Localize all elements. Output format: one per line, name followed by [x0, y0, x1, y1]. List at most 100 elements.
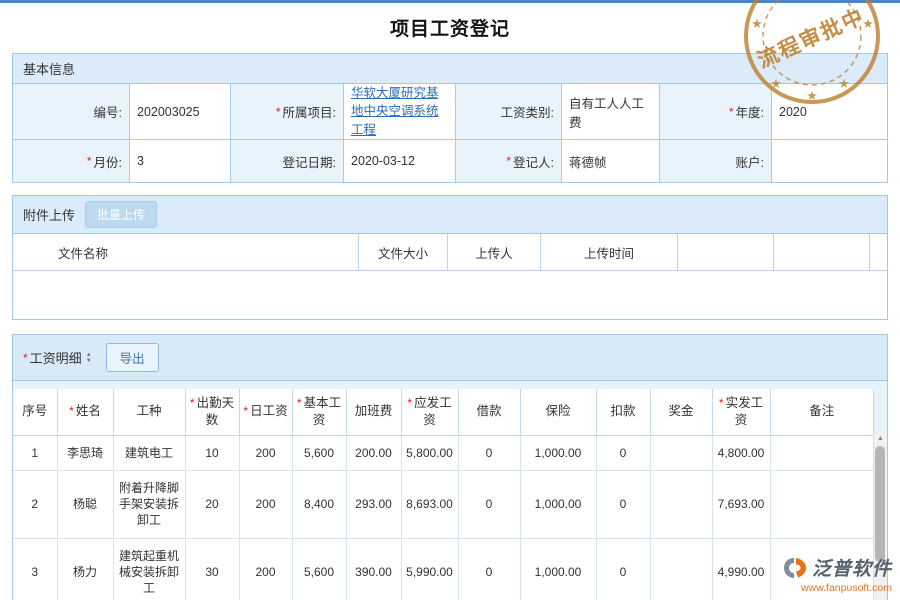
basic-info-grid: 编号:202003025*所属项目:华软大厦研究基地中央空调系统工程工资类别:自…	[13, 84, 887, 182]
salary-col-header: *应发工资	[401, 389, 458, 435]
top-accent-line	[0, 0, 900, 3]
salary-cell: 0	[458, 435, 520, 470]
required-asterisk: *	[276, 105, 281, 119]
salary-cell: 7,693.00	[712, 470, 770, 538]
required-asterisk: *	[297, 396, 302, 410]
page: { "colors": { "accent_stamp": "#bd7f2d",…	[0, 0, 900, 600]
salary-cell: 0	[458, 470, 520, 538]
salary-col-header: 备注	[770, 389, 874, 435]
salary-cell: 1,000.00	[520, 538, 596, 600]
salary-cell: 5,800.00	[401, 435, 458, 470]
required-asterisk: *	[407, 396, 412, 410]
page-title: 项目工资登记	[0, 14, 900, 41]
attachments-col-header	[678, 234, 774, 270]
field-label-number: 编号:	[13, 84, 130, 140]
required-asterisk: *	[506, 154, 511, 168]
salary-cell: 5,600	[292, 538, 346, 600]
salary-col-header: *基本工资	[292, 389, 346, 435]
vendor-url[interactable]: www.fanpusoft.com	[782, 582, 892, 594]
project-link[interactable]: 华软大厦研究基地中央空调系统工程	[351, 84, 448, 138]
salary-cell: 0	[458, 538, 520, 600]
field-value-account	[772, 140, 887, 182]
salary-cell: 1,000.00	[520, 435, 596, 470]
field-value-number: 202003025	[130, 84, 231, 140]
salary-cell: 200	[239, 470, 292, 538]
salary-cell: 1	[13, 435, 57, 470]
salary-cell: 3	[13, 538, 57, 600]
field-label-register-date: 登记日期:	[231, 140, 344, 182]
salary-col-header: 序号	[13, 389, 57, 435]
salary-cell: 杨力	[57, 538, 113, 600]
field-value-register-date: 2020-03-12	[344, 140, 456, 182]
attachments-col-header	[774, 234, 870, 270]
salary-cell: 附着升降脚手架安装拆卸工	[113, 470, 185, 538]
salary-cell: 20	[185, 470, 239, 538]
salary-body: 1李思琦建筑电工102005,600200.005,800.0001,000.0…	[13, 435, 874, 600]
salary-cell: 2	[13, 470, 57, 538]
salary-table-wrap: 序号*姓名工种*出勤天数*日工资*基本工资加班费*应发工资借款保险扣款奖金*实发…	[13, 381, 887, 600]
scroll-up-icon[interactable]: ▲	[874, 434, 887, 444]
field-label-salary-type: 工资类别:	[456, 84, 562, 140]
salary-row[interactable]: 3杨力建筑起重机械安装拆卸工302005,600390.005,990.0001…	[13, 538, 874, 600]
field-label-month: *月份:	[13, 140, 130, 182]
salary-cell: 293.00	[346, 470, 401, 538]
field-value-registrant: 蒋德帧	[562, 140, 660, 182]
salary-col-header: *出勤天数	[185, 389, 239, 435]
attachments-col-header	[870, 234, 887, 270]
required-asterisk: *	[69, 404, 74, 418]
field-value-month: 3	[130, 140, 231, 182]
salary-cell: 杨聪	[57, 470, 113, 538]
salary-col-header: 工种	[113, 389, 185, 435]
salary-cell	[770, 470, 874, 538]
field-value-project: 华软大厦研究基地中央空调系统工程	[344, 84, 456, 140]
salary-cell: 0	[596, 470, 650, 538]
salary-col-header: 奖金	[650, 389, 712, 435]
vendor-name: 泛普软件	[812, 554, 892, 581]
field-value-salary-type: 自有工人人工费	[562, 84, 660, 140]
salary-cell	[650, 435, 712, 470]
sort-icon[interactable]: ▲▼	[86, 352, 92, 364]
salary-cell: 建筑起重机械安装拆卸工	[113, 538, 185, 600]
attachments-col-header: 上传人	[448, 234, 541, 270]
salary-cell: 李思琦	[57, 435, 113, 470]
field-label-account: 账户:	[660, 140, 772, 182]
salary-cell: 390.00	[346, 538, 401, 600]
salary-cell: 8,693.00	[401, 470, 458, 538]
required-asterisk: *	[23, 351, 28, 365]
salary-cell	[650, 470, 712, 538]
salary-col-header: 借款	[458, 389, 520, 435]
attachments-col-header: 文件大小	[359, 234, 448, 270]
field-label-registrant: *登记人:	[456, 140, 562, 182]
salary-col-header: 加班费	[346, 389, 401, 435]
attachments-header-row: 文件名称文件大小上传人上传时间	[13, 234, 887, 271]
basic-info-section: 基本信息 编号:202003025*所属项目:华软大厦研究基地中央空调系统工程工…	[12, 53, 888, 183]
salary-detail-header: * 工资明细 ▲▼ 导出	[13, 335, 887, 381]
salary-cell: 0	[596, 435, 650, 470]
salary-header-row: 序号*姓名工种*出勤天数*日工资*基本工资加班费*应发工资借款保险扣款奖金*实发…	[13, 389, 874, 435]
salary-col-header: *实发工资	[712, 389, 770, 435]
salary-detail-title: 工资明细	[30, 348, 82, 367]
required-asterisk: *	[243, 404, 248, 418]
salary-cell: 0	[596, 538, 650, 600]
salary-cell	[770, 435, 874, 470]
salary-cell: 30	[185, 538, 239, 600]
fanpu-logo-icon	[782, 556, 808, 580]
required-asterisk: *	[190, 396, 195, 410]
salary-cell: 建筑电工	[113, 435, 185, 470]
vendor-logo: 泛普软件 www.fanpusoft.com	[782, 554, 892, 594]
salary-row[interactable]: 2杨聪附着升降脚手架安装拆卸工202008,400293.008,693.000…	[13, 470, 874, 538]
attachments-col-header: 文件名称	[13, 234, 359, 270]
export-button[interactable]: 导出	[106, 343, 159, 372]
salary-col-header: 保险	[520, 389, 596, 435]
scrollbar-thumb[interactable]	[875, 446, 885, 562]
salary-cell: 8,400	[292, 470, 346, 538]
salary-col-header: *姓名	[57, 389, 113, 435]
required-asterisk: *	[87, 154, 92, 168]
salary-row[interactable]: 1李思琦建筑电工102005,600200.005,800.0001,000.0…	[13, 435, 874, 470]
salary-cell: 200	[239, 538, 292, 600]
attachments-empty-body	[13, 271, 887, 319]
attachments-header: 附件上传 批量上传	[13, 196, 887, 234]
field-value-year: 2020	[772, 84, 887, 140]
salary-cell: 5,990.00	[401, 538, 458, 600]
batch-upload-button[interactable]: 批量上传	[85, 201, 157, 228]
